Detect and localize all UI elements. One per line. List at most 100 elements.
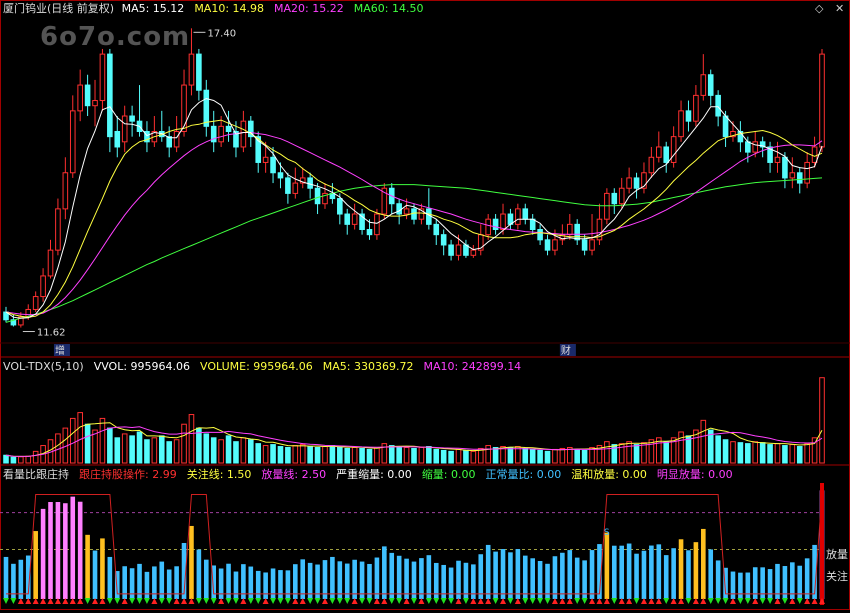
candle-body: [203, 89, 210, 127]
indicator-bar: [508, 552, 513, 599]
candle-body: [262, 156, 269, 163]
candle-body: [62, 172, 69, 210]
candle-body: [337, 198, 343, 215]
volume-bar: [396, 446, 402, 464]
down-triangle: [329, 598, 336, 604]
volume-bar: [233, 441, 239, 464]
candle-body: [752, 141, 759, 153]
candle-body: [552, 239, 558, 251]
indicator-bar: [18, 559, 24, 599]
volume-bar: [225, 435, 232, 464]
ma60-line: [5, 177, 823, 323]
volume-bar: [158, 435, 165, 464]
volume-bar: [715, 435, 721, 464]
indicator-bar: [701, 528, 706, 599]
indicator-bar: [263, 572, 268, 599]
down-triangle: [195, 598, 202, 604]
volume-bar: [507, 446, 514, 464]
down-triangle: [203, 598, 210, 604]
down-triangle: [225, 598, 232, 604]
down-triangle: [336, 598, 343, 604]
down-triangle: [307, 598, 314, 604]
ma-label-0: MA5: 15.12: [121, 2, 185, 15]
indicator-bar: [300, 559, 306, 599]
indicator-bar: [159, 561, 165, 599]
volume-bar: [285, 446, 291, 464]
candle-body: [500, 213, 506, 231]
volume-bar: [418, 446, 425, 464]
down-triangle: [270, 598, 277, 604]
close-icon[interactable]: ✕: [835, 2, 844, 15]
indicator-bar: [85, 534, 90, 599]
indicator-bar: [382, 546, 387, 599]
ind-label-6: 正常量比: 0.00: [485, 468, 562, 481]
indicator-bar: [738, 572, 743, 599]
indicator-bar: [634, 553, 639, 599]
down-triangle: [396, 598, 403, 604]
event-tag-text: 财: [561, 344, 571, 357]
down-triangle: [232, 598, 239, 604]
candle-body: [277, 172, 284, 179]
volume-bar: [270, 444, 276, 464]
indicator-bar: [493, 551, 498, 599]
indicator-bar: [582, 560, 587, 599]
volume-bar: [388, 445, 395, 464]
down-triangle: [359, 598, 366, 604]
indicator-bar: [619, 545, 625, 599]
candle-body: [240, 120, 247, 148]
volume-bar: [782, 445, 788, 464]
sell-signal-s: S: [604, 528, 610, 538]
down-triangle: [143, 598, 150, 604]
down-triangle: [114, 598, 121, 604]
indicator-bar: [63, 503, 68, 599]
candle-body: [351, 213, 358, 225]
candle-body: [344, 213, 351, 225]
candle-body: [285, 177, 291, 194]
candle-body: [670, 136, 677, 163]
indicator-bar: [530, 558, 535, 599]
volume-bar: [351, 446, 358, 464]
down-triangle: [707, 598, 714, 604]
indicator-bar: [389, 552, 395, 599]
candle-body: [69, 110, 76, 174]
volume-bar: [745, 443, 751, 464]
ind-label-2: 关注线: 1.50: [186, 468, 252, 481]
candle-body: [804, 161, 810, 184]
down-triangle: [158, 598, 165, 604]
indicator-bar: [278, 570, 283, 599]
volume-bar: [337, 446, 343, 464]
vol-label-3: MA5: 330369.72: [322, 360, 414, 373]
candle-body: [537, 229, 543, 241]
volume-bar: [767, 444, 773, 464]
down-triangle: [759, 598, 766, 604]
volume-bar: [448, 450, 454, 464]
vol-label-2: VOLUME: 995964.06: [200, 360, 313, 373]
chart-svg[interactable]: 17.40 11.62 增 财 S 放量关注: [0, 0, 850, 610]
candle-body: [581, 239, 588, 251]
volume-bar: [277, 446, 284, 464]
indicator-bar: [671, 548, 676, 599]
down-triangle: [366, 598, 373, 604]
diamond-icon[interactable]: ◇: [815, 2, 823, 15]
volume-bar: [99, 417, 106, 464]
indicator-bar: [478, 554, 484, 599]
indicator-bar: [144, 571, 150, 599]
volume-bar: [136, 431, 143, 464]
down-triangle: [433, 598, 440, 604]
down-triangle: [425, 598, 432, 604]
volume-bar: [210, 437, 217, 464]
volume-bar: [641, 442, 647, 464]
indicator-bar: [107, 556, 113, 599]
zoom-controls[interactable]: ◇ ✕: [815, 2, 844, 15]
indicator-bar: [745, 572, 751, 599]
candle-body: [107, 53, 113, 138]
ma-label-2: MA20: 15.22: [274, 2, 344, 15]
candle-body: [173, 130, 180, 148]
down-triangle: [781, 598, 788, 604]
candle-body: [566, 223, 573, 236]
candle-body: [618, 187, 625, 205]
indicator-bar: [55, 502, 61, 599]
volume-bar: [796, 446, 803, 464]
indicator-bar: [611, 545, 617, 599]
outer-frame: [0, 0, 850, 610]
